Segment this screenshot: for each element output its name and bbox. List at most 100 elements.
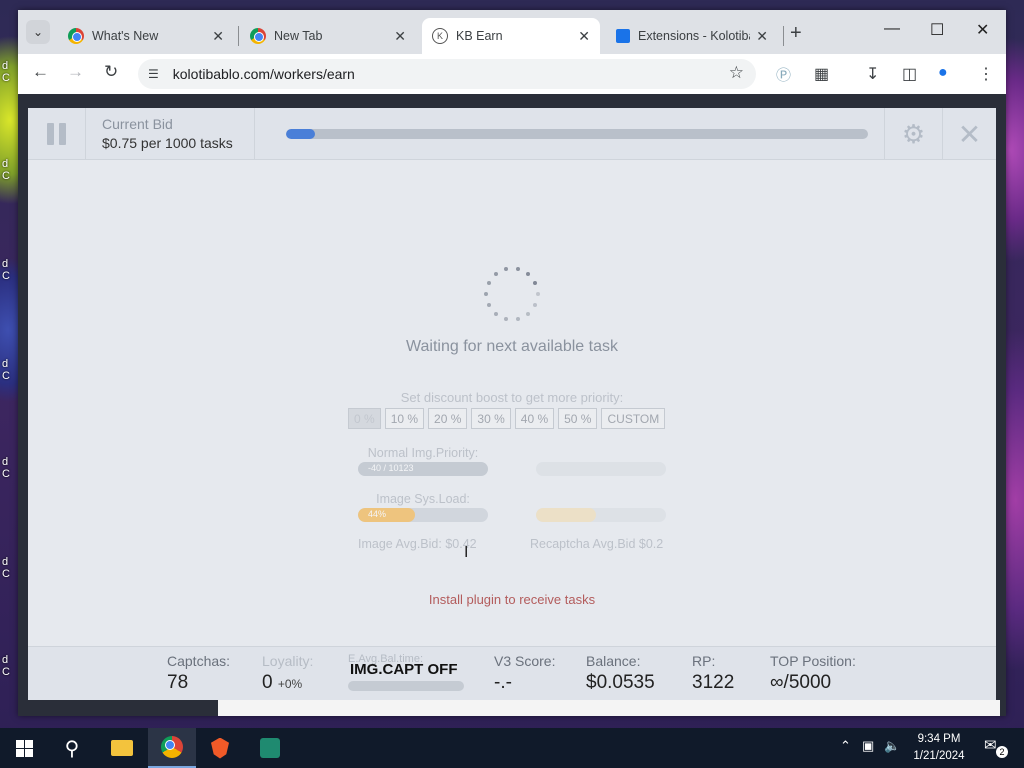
site-info-icon[interactable]: ☰ xyxy=(148,67,159,81)
chrome-icon xyxy=(68,28,84,44)
desktop-icon[interactable]: dC xyxy=(2,358,18,382)
discount-option-button[interactable]: 0 % xyxy=(348,408,381,429)
chrome-taskbar-icon[interactable] xyxy=(148,728,196,768)
close-icon[interactable]: ✕ xyxy=(756,28,768,45)
close-icon[interactable]: ✕ xyxy=(394,28,406,45)
spinner-dot xyxy=(493,312,498,317)
address-bar[interactable]: ☰ kolotibablo.com/workers/earn ☆ xyxy=(138,59,756,89)
gear-icon[interactable]: ⚙ xyxy=(884,108,942,160)
extensions-puzzle-icon[interactable]: ▦ xyxy=(814,64,829,84)
clock[interactable]: 9:34 PM 1/21/2024 xyxy=(902,731,976,765)
spinner-dot xyxy=(486,303,491,308)
minimize-icon[interactable]: — xyxy=(884,20,900,38)
captchas-label: Captchas: xyxy=(167,653,231,669)
brave-icon[interactable] xyxy=(196,728,244,768)
volume-muted-icon[interactable]: 🔈 xyxy=(884,738,900,754)
close-panel-icon[interactable]: ✕ xyxy=(942,108,996,160)
loading-spinner-icon xyxy=(482,264,542,324)
current-bid-value: $0.75 per 1000 tasks xyxy=(102,135,233,151)
desktop-icon[interactable]: dC xyxy=(2,556,18,580)
notification-icon[interactable]: ✉ xyxy=(984,736,997,754)
start-button[interactable] xyxy=(0,728,48,768)
forward-icon[interactable]: → xyxy=(67,62,84,82)
tab-whats-new[interactable]: What's New ✕ xyxy=(58,18,234,54)
v3-score-stat: V3 Score: -.- xyxy=(494,653,555,694)
network-icon[interactable]: ▣ xyxy=(862,738,874,754)
tab-extensions[interactable]: Extensions - Kolotiba ✕ xyxy=(606,18,778,54)
reload-icon[interactable]: ↻ xyxy=(104,62,118,82)
captchas-value: 78 xyxy=(167,672,189,693)
profile-icon[interactable]: ● xyxy=(938,64,948,82)
worker-stats-bar: Captchas: 78 Loyality: 0 +0% E.Avg.Bal.t… xyxy=(28,646,996,700)
menu-dots-icon[interactable]: ⋮ xyxy=(978,64,994,84)
kolotibablo-extension-icon[interactable]: Ⓟ xyxy=(776,64,791,85)
discount-option-button[interactable]: 50 % xyxy=(558,408,598,429)
close-window-icon[interactable]: ✕ xyxy=(976,20,989,40)
loyality-stat: Loyality: 0 +0% xyxy=(262,653,313,694)
close-icon[interactable]: ✕ xyxy=(212,28,224,45)
discount-option-button[interactable]: CUSTOM xyxy=(601,408,666,429)
windows-logo-icon xyxy=(15,739,33,757)
search-icon[interactable]: ⚲ xyxy=(48,728,96,768)
new-tab-button[interactable]: + xyxy=(790,22,802,45)
tab-label: Extensions - Kolotiba xyxy=(638,29,751,43)
recaptcha-avg-bid: Recaptcha Avg.Bid $0.2 xyxy=(530,537,664,551)
discount-option-button[interactable]: 20 % xyxy=(428,408,468,429)
recaptcha-priority-bar xyxy=(536,462,666,476)
tab-label: New Tab xyxy=(274,29,323,43)
taskbar: ⚲ ⌃ ▣ 🔈 9:34 PM 1/21/2024 ✉ 2 xyxy=(0,728,1024,768)
discount-option-button[interactable]: 30 % xyxy=(471,408,511,429)
captchas-stat: Captchas: 78 xyxy=(167,653,230,694)
v3-score-label: V3 Score: xyxy=(494,653,556,669)
spinner-dot xyxy=(526,271,531,276)
browser-window: ⌄ What's New ✕ New Tab ✕ K KB Earn ✕ Ext… xyxy=(18,10,1006,716)
notification-count: 2 xyxy=(996,746,1008,758)
chrome-icon xyxy=(250,28,266,44)
spinner-dot xyxy=(515,266,520,271)
spinner-dot xyxy=(504,266,509,271)
underlying-page-strip xyxy=(218,700,1000,716)
pause-button[interactable] xyxy=(28,108,86,160)
install-plugin-link[interactable]: Install plugin to receive tasks xyxy=(28,592,996,607)
discount-title: Set discount boost to get more priority: xyxy=(400,390,624,405)
loyality-value: 0 xyxy=(262,672,273,693)
normal-priority-value: -40 / 10123 xyxy=(368,463,414,473)
sys-load-label: Image Sys.Load: xyxy=(376,492,470,506)
discount-option-button[interactable]: 40 % xyxy=(514,408,555,429)
back-icon[interactable]: ← xyxy=(32,62,49,82)
spinner-dot xyxy=(526,312,531,317)
close-icon[interactable]: ✕ xyxy=(578,28,590,45)
current-bid: Current Bid $0.75 per 1000 tasks xyxy=(102,116,252,151)
address-url[interactable]: kolotibablo.com/workers/earn xyxy=(173,66,355,82)
tray-chevron-icon[interactable]: ⌃ xyxy=(840,738,851,754)
rp-label: RP: xyxy=(692,653,716,669)
maximize-icon[interactable]: ☐ xyxy=(930,20,944,40)
tab-kb-earn[interactable]: K KB Earn ✕ xyxy=(422,18,600,54)
download-icon[interactable]: ↧ xyxy=(866,64,879,84)
side-panel-icon[interactable]: ◫ xyxy=(902,64,917,84)
desktop-icon[interactable]: dC xyxy=(2,258,18,282)
bookmark-star-icon[interactable]: ☆ xyxy=(729,63,744,83)
desktop-icon[interactable]: dC xyxy=(2,158,18,182)
desktop-icon[interactable]: dC xyxy=(2,60,18,84)
loyality-label: Loyality: xyxy=(262,653,314,669)
header-divider xyxy=(254,108,255,160)
balance-stat: Balance: $0.0535 xyxy=(586,653,655,694)
spinner-dot xyxy=(504,317,509,322)
clock-time: 9:34 PM xyxy=(917,733,961,745)
normal-priority-bar: -40 / 10123 xyxy=(358,462,488,476)
app-icon[interactable] xyxy=(246,728,294,768)
file-explorer-icon[interactable] xyxy=(98,728,146,768)
desktop-icon[interactable]: dC xyxy=(2,456,18,480)
rp-value: 3122 xyxy=(692,672,735,693)
worker-header: Current Bid $0.75 per 1000 tasks ⚙ ✕ xyxy=(28,108,996,160)
discount-option-button[interactable]: 10 % xyxy=(384,408,425,429)
clock-date: 1/21/2024 xyxy=(913,750,965,762)
task-progress-fill xyxy=(286,129,316,139)
desktop-icon[interactable]: dC xyxy=(2,654,18,678)
tab-new-tab[interactable]: New Tab ✕ xyxy=(240,18,416,54)
tab-divider xyxy=(238,26,239,46)
current-bid-label: Current Bid xyxy=(102,116,173,132)
tab-search-button[interactable]: ⌄ xyxy=(26,20,50,44)
page-viewport: Current Bid $0.75 per 1000 tasks ⚙ ✕ Wai… xyxy=(18,94,1006,716)
